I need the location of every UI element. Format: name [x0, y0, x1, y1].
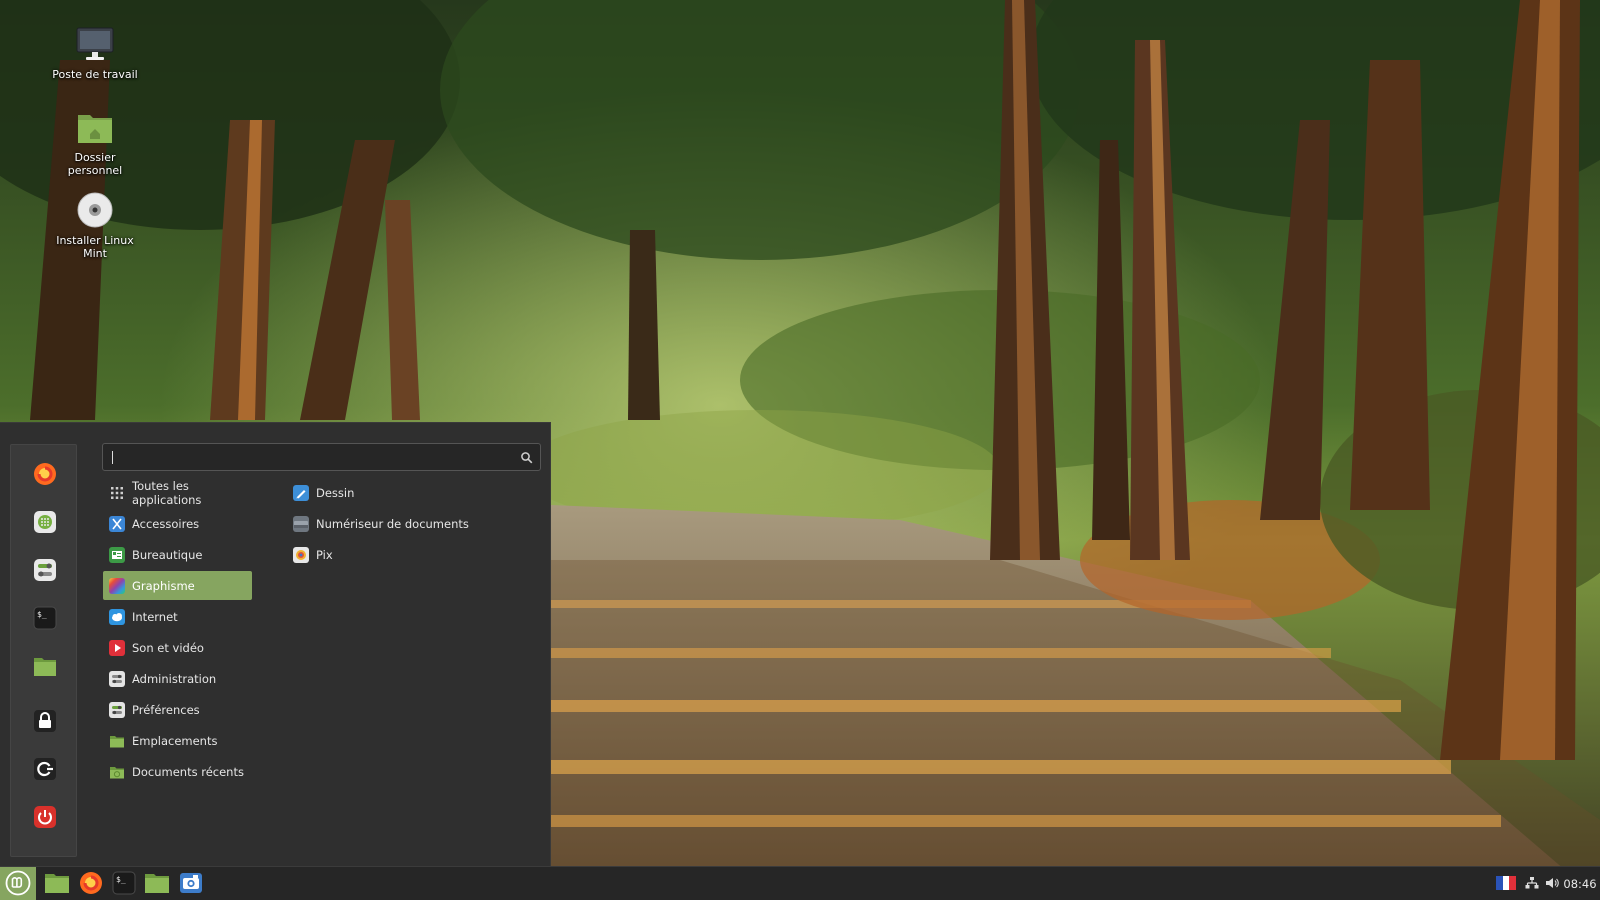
desktop-icon-label: Installer Linux Mint [56, 234, 134, 260]
category-graphics[interactable]: Graphisme [103, 571, 252, 600]
fav-shutdown[interactable] [32, 805, 58, 831]
svg-text:$_: $_ [116, 875, 126, 884]
internet-icon [109, 608, 125, 625]
category-recent-documents[interactable]: Documents récents [103, 757, 252, 786]
settings-icon [33, 558, 57, 585]
app-label: Pix [316, 547, 333, 562]
category-label: Internet [132, 609, 178, 624]
fav-lock-screen[interactable] [32, 709, 58, 735]
category-label: Préférences [132, 702, 200, 717]
search-icon [520, 451, 534, 465]
power-icon [33, 805, 57, 832]
bottom-panel: $_ 08:46 [0, 866, 1600, 900]
category-accessories[interactable]: Accessoires [103, 509, 252, 538]
svg-text:$_: $_ [37, 610, 47, 619]
fav-settings[interactable] [32, 558, 58, 584]
category-media[interactable]: Son et vidéo [103, 633, 252, 662]
show-desktop-button[interactable] [41, 867, 73, 900]
logout-icon [33, 757, 57, 784]
app-label: Numériseur de documents [316, 516, 469, 531]
home-folder-icon [75, 107, 115, 147]
computer-icon [75, 24, 115, 64]
fav-logout[interactable] [32, 757, 58, 783]
desktop-icon-label: Dossier personnel [67, 151, 123, 177]
terminal-icon: $_ [33, 606, 57, 633]
places-folder-icon [109, 733, 125, 749]
category-preferences[interactable]: Préférences [103, 695, 252, 724]
keyboard-layout-indicator[interactable] [1494, 867, 1518, 900]
desktop-icon-label: Poste de travail [52, 68, 138, 81]
app-drawing[interactable]: Dessin [288, 478, 528, 507]
text-caret [112, 451, 113, 464]
desktop-icon-home-folder[interactable]: Dossier personnel [45, 107, 145, 177]
folder-icon [33, 654, 57, 681]
panel-terminal-launcher[interactable]: $_ [108, 867, 140, 900]
category-label: Toutes les applications [132, 478, 202, 507]
category-label: Graphisme [132, 578, 195, 593]
fav-firefox[interactable] [32, 462, 58, 488]
media-icon [109, 639, 125, 656]
desktop-icon-computer[interactable]: Poste de travail [45, 24, 145, 81]
folder-icon [144, 872, 170, 897]
desktop-icon-install-mint[interactable]: Installer Linux Mint [45, 190, 145, 260]
terminal-icon: $_ [112, 871, 136, 898]
category-internet[interactable]: Internet [103, 602, 252, 631]
category-places[interactable]: Emplacements [103, 726, 252, 755]
panel-screenshot-launcher[interactable] [175, 867, 207, 900]
lock-icon [33, 709, 57, 736]
category-label: Documents récents [132, 764, 244, 779]
administration-icon [109, 670, 125, 687]
grid-icon [109, 485, 125, 501]
category-label: Emplacements [132, 733, 218, 748]
network-indicator[interactable] [1522, 867, 1542, 900]
panel-files-launcher[interactable] [141, 867, 173, 900]
favorites-sidebar: $_ [10, 444, 77, 857]
menu-button[interactable] [0, 867, 36, 900]
search-box[interactable] [102, 443, 541, 471]
network-icon [1525, 876, 1539, 893]
application-menu: $_ Toutes les applications Accessoires B… [0, 422, 551, 866]
graphics-icon [109, 577, 125, 594]
office-icon [109, 546, 125, 563]
firefox-icon [33, 462, 57, 489]
category-all-applications[interactable]: Toutes les applications [103, 478, 252, 507]
french-flag-icon [1496, 875, 1516, 893]
category-label: Administration [132, 671, 217, 686]
mint-logo-icon [5, 870, 31, 899]
app-document-scanner[interactable]: Numériseur de documents [288, 509, 528, 538]
recent-folder-icon [109, 764, 125, 780]
category-administration[interactable]: Administration [103, 664, 252, 693]
drawing-icon [293, 484, 309, 501]
disc-icon [75, 190, 115, 230]
speaker-icon [1545, 876, 1559, 893]
category-label: Son et vidéo [132, 640, 204, 655]
scanner-icon [293, 515, 309, 532]
accessories-icon [109, 515, 125, 532]
fav-software-manager[interactable] [32, 510, 58, 536]
category-office[interactable]: Bureautique [103, 540, 252, 569]
fav-terminal[interactable]: $_ [32, 606, 58, 632]
fav-files[interactable] [32, 654, 58, 680]
firefox-icon [79, 871, 103, 898]
category-label: Bureautique [132, 547, 203, 562]
app-pix[interactable]: Pix [288, 540, 528, 569]
camera-icon [179, 871, 203, 898]
app-label: Dessin [316, 485, 355, 500]
clock[interactable]: 08:46 [1562, 867, 1598, 900]
preferences-icon [109, 701, 125, 718]
panel-firefox-launcher[interactable] [75, 867, 107, 900]
search-input[interactable] [109, 447, 509, 467]
software-manager-icon [33, 510, 57, 537]
category-label: Accessoires [132, 516, 200, 531]
pix-icon [293, 546, 309, 563]
desktop-icon [44, 872, 70, 897]
volume-indicator[interactable] [1542, 867, 1562, 900]
